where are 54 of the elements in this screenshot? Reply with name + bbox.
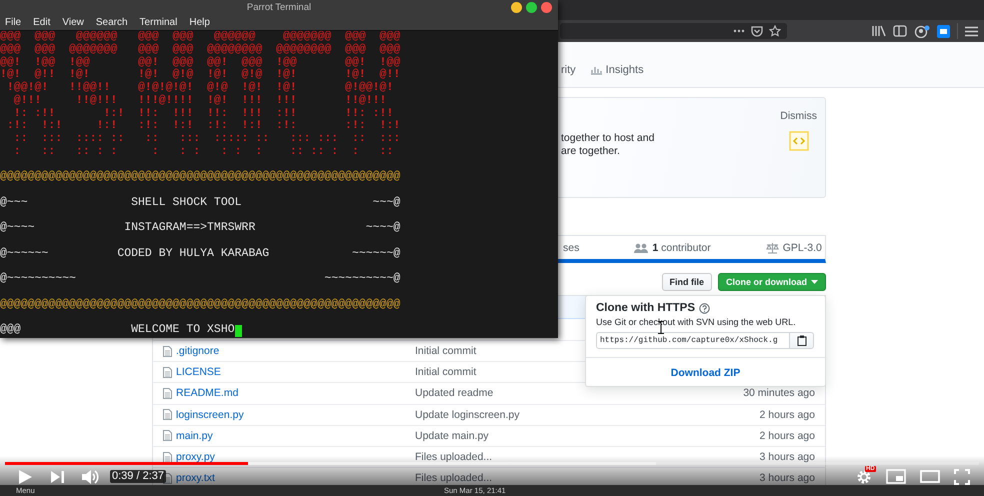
terminal-line: @~~~~~~ CODED BY HULYA KARABAG ~~~~~~@ bbox=[0, 248, 400, 260]
dismiss-button[interactable]: Dismiss bbox=[780, 110, 817, 122]
file-link[interactable]: LICENSE bbox=[176, 366, 221, 378]
menu-item[interactable]: Search bbox=[94, 17, 134, 28]
terminal-line: @@@ WELCOME TO XSHO bbox=[0, 324, 235, 337]
file-link[interactable]: loginscreen.py bbox=[176, 408, 244, 421]
terminal-line: @~~~ SHELL SHOCK TOOL ~~~@ bbox=[0, 196, 400, 210]
terminal-line: @~~~~~~~~~~ ~~~~~~~~~~@ bbox=[0, 273, 400, 286]
commit-age: 3 hours ago bbox=[760, 451, 815, 464]
file-link[interactable]: proxy.py bbox=[176, 451, 215, 464]
terminal-line: @~~~~ INSTAGRAM==>TMRSWRR ~~~~@ bbox=[0, 222, 400, 235]
file-link[interactable]: .gitignore bbox=[176, 345, 220, 358]
commit-message[interactable]: Files uploaded... bbox=[415, 472, 760, 484]
repo-stat[interactable]: ses bbox=[563, 242, 580, 254]
menu-item[interactable]: View bbox=[60, 17, 90, 28]
download-zip-link[interactable]: Download ZIP bbox=[670, 367, 740, 379]
commit-message[interactable]: Updated readme bbox=[415, 387, 744, 400]
banner-text-line: together to host and bbox=[561, 132, 654, 145]
commit-message[interactable]: Files uploaded... bbox=[415, 451, 760, 464]
playback-time: 0:39 / 2:37 bbox=[110, 470, 166, 483]
commit-message[interactable]: Update main.py bbox=[415, 430, 760, 442]
ascii-art-line: !@@!@! !!@@!! @!@!@!@! @!@ !@! !@! @!@@!@! bbox=[6, 82, 394, 94]
ascii-art-line: @!!! !!@!!! !!!@!!!! !@! !!! !!! !!@!!! bbox=[12, 94, 388, 108]
repo-tab[interactable]: rity bbox=[561, 64, 576, 76]
file-link[interactable]: main.py bbox=[176, 430, 213, 442]
window-title: Parrot Terminal bbox=[246, 2, 312, 13]
repo-tab[interactable]: Insights bbox=[590, 64, 644, 76]
repo-stat[interactable]: GPL-3.0 bbox=[766, 242, 822, 254]
ascii-art-line: :!: !:! !:! :!: !:! :!: !:! :!: :!: !:! bbox=[6, 120, 400, 133]
ascii-border-line: @@@@@@@@@@@@@@@@@@@@@@@@@@@@@@@@@@@@@@@@@@@@@@@@@@@@@@@@@@ bbox=[0, 298, 400, 312]
menu-item[interactable]: Help bbox=[187, 17, 216, 28]
repo-stat[interactable]: 1 contributor bbox=[634, 242, 711, 254]
find-file-button[interactable]: Find file bbox=[662, 273, 712, 291]
ascii-art-line: :: ::: :::: :: :: ::: ::::: :: ::: ::: :: ::: bbox=[12, 133, 400, 146]
commit-age: 2 hours ago bbox=[760, 430, 815, 442]
ascii-art-line: : :: :: : : : : : : : : :: :: : : :: bbox=[12, 146, 394, 158]
file-link[interactable]: README.md bbox=[176, 387, 238, 400]
popup-title: Clone with HTTPS bbox=[596, 302, 696, 314]
banner-text-line: are together. bbox=[561, 145, 621, 158]
menu-item[interactable]: Edit bbox=[31, 17, 56, 28]
ascii-art-line: !@! @!! !@! !@! @!@ !@! @!@ !@! !@! @!! bbox=[0, 69, 400, 82]
clone-url-field[interactable]: https://github.com/capture0x/xShock.g bbox=[596, 332, 790, 349]
ascii-border-line: @@@@@@@@@@@@@@@@@@@@@@@@@@@@@@@@@@@@@@@@@@@@@@@@@@@@@@@@@@ bbox=[0, 171, 400, 184]
commit-age: 2 hours ago bbox=[760, 408, 815, 421]
ascii-art-line: !: :!! !:! !!: !!! !!: !!! :!! !!: :!! bbox=[12, 108, 394, 120]
file-link[interactable]: proxy.txt bbox=[176, 472, 215, 484]
menu-item[interactable]: File bbox=[3, 17, 28, 28]
commit-message[interactable]: Update loginscreen.py bbox=[415, 408, 760, 421]
commit-age: 30 minutes ago bbox=[743, 387, 815, 400]
ascii-art-line: @@! !@@ !@@ @@! @@@ @@! @@@ !@@ @@! !@@ bbox=[0, 56, 400, 68]
menu-item[interactable]: Terminal bbox=[138, 17, 184, 28]
ascii-art-line: @@@ @@@ @@@@@@ @@@ @@@ @@@@@@ @@@@@@@ @@@ @@@ bbox=[0, 31, 400, 44]
ascii-art-line: @@@ @@@ @@@@@@@ @@@ @@@ @@@@@@@@ @@@@@@@@ @@@ @@@ bbox=[0, 44, 400, 56]
commit-age: 3 hours ago bbox=[760, 472, 815, 484]
